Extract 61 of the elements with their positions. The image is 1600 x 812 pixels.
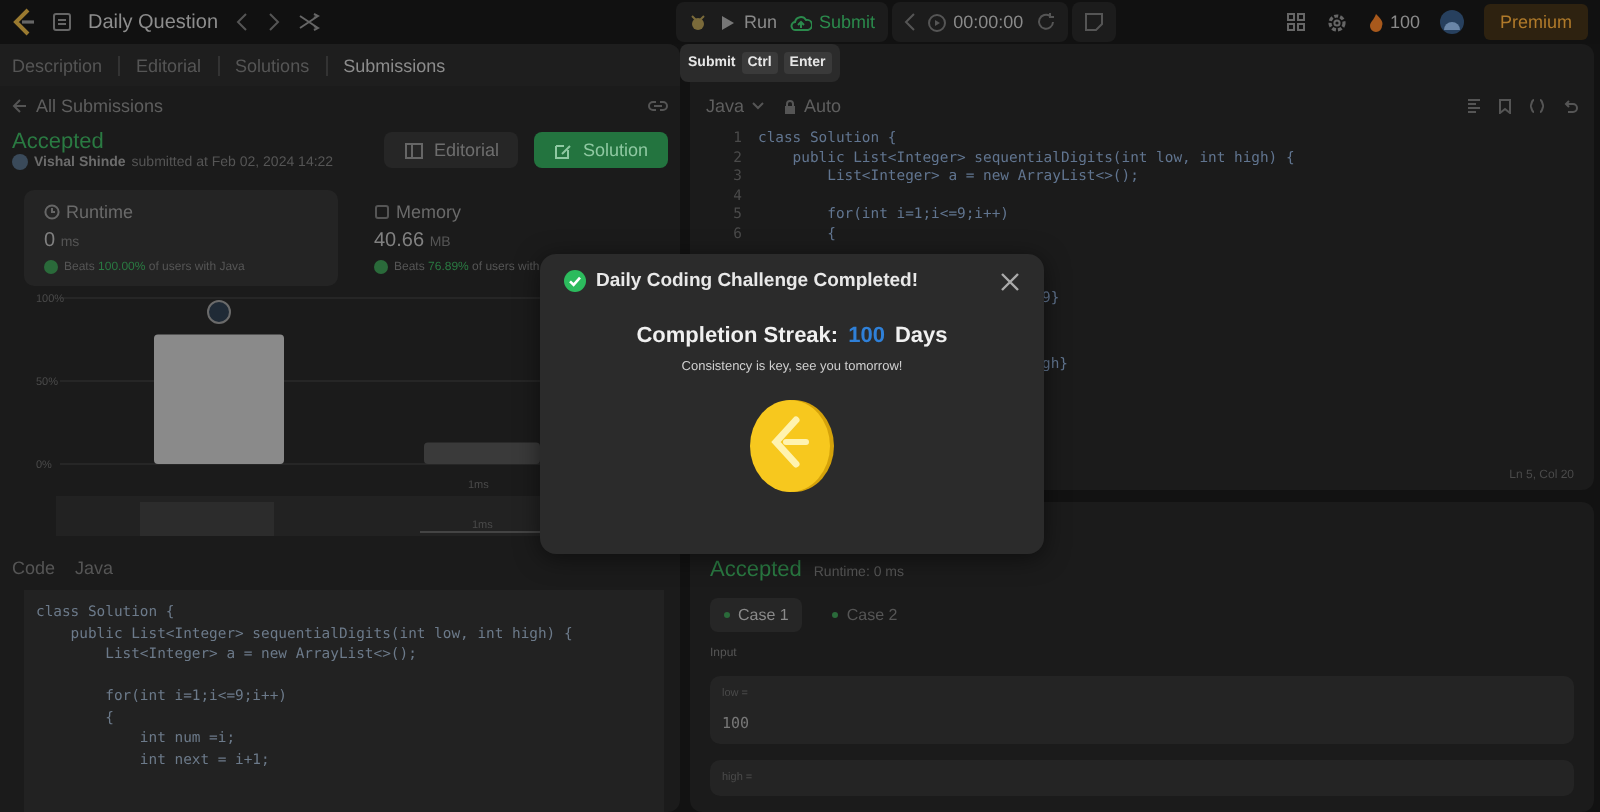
grid-icon[interactable] (1285, 12, 1306, 32)
stat-label: Runtime (66, 202, 134, 222)
status-text: Accepted (12, 130, 106, 154)
chevron-left-icon[interactable] (234, 12, 251, 32)
chevron-right-icon[interactable] (266, 12, 283, 32)
chevron-down-icon (752, 102, 765, 110)
premium-button[interactable]: Premium (1483, 4, 1588, 40)
bug-icon[interactable] (688, 12, 709, 32)
play-icon (720, 13, 737, 31)
avatar-marker-icon (207, 300, 231, 324)
stat-label: Memory (396, 202, 462, 222)
case-tab[interactable]: Case 1 (710, 598, 803, 632)
page-title[interactable]: Daily Question (88, 11, 219, 33)
list-icon[interactable] (52, 12, 72, 32)
clock-icon (44, 204, 60, 220)
bookmark-icon[interactable] (1498, 98, 1512, 114)
case-tab[interactable]: Case 2 (818, 598, 912, 632)
pass-dot-icon (724, 612, 730, 618)
language-dropdown[interactable]: Java (706, 96, 765, 116)
edit-icon (554, 141, 573, 159)
check-circle-icon (564, 270, 586, 292)
link-icon[interactable] (648, 98, 668, 114)
close-button[interactable] (1000, 271, 1020, 291)
code-label: Code (12, 558, 56, 578)
submit-button[interactable]: Submit (789, 12, 876, 32)
editorial-button[interactable]: Editorial (383, 132, 519, 168)
lock-icon (784, 99, 797, 113)
coin-icon (748, 398, 836, 494)
timer-button[interactable]: 00:00:00 (927, 12, 1024, 32)
back-link[interactable]: All Submissions (12, 96, 164, 116)
streak-counter[interactable]: 100 (1367, 12, 1420, 32)
solution-button[interactable]: Solution (534, 132, 668, 168)
auto-mode[interactable]: Auto (784, 96, 842, 116)
format-icon[interactable] (1466, 98, 1482, 114)
settings-icon[interactable] (1325, 11, 1348, 33)
run-button[interactable]: Run (720, 12, 778, 32)
arrow-left-icon (12, 98, 28, 114)
chip-icon (374, 204, 390, 220)
braces-icon[interactable] (1528, 98, 1546, 114)
cloud-upload-icon (789, 13, 812, 31)
chevron-left-icon[interactable] (903, 12, 916, 32)
flame-icon (1367, 12, 1384, 32)
streak-text: Completion Streak: 100 Days (636, 324, 948, 348)
user-avatar-icon (12, 154, 28, 170)
shuffle-icon[interactable] (298, 12, 321, 32)
close-icon (1000, 271, 1020, 291)
result-status: Accepted (710, 558, 802, 582)
undo-icon[interactable] (1562, 98, 1578, 114)
note-icon[interactable] (1083, 12, 1104, 32)
dialog-title: Daily Coding Challenge Completed! (596, 270, 918, 292)
code-language: Java (75, 558, 114, 578)
beats-icon (374, 260, 388, 274)
play-circle-icon (927, 13, 946, 31)
pass-dot-icon (832, 612, 839, 618)
logo-icon[interactable] (12, 8, 36, 36)
avatar-icon[interactable] (1439, 10, 1464, 34)
reset-icon[interactable] (1035, 12, 1056, 32)
distribution-bar[interactable] (424, 442, 540, 464)
panel-tab[interactable]: Submissions (325, 55, 446, 75)
beats-icon (44, 260, 58, 274)
book-icon (403, 141, 424, 159)
